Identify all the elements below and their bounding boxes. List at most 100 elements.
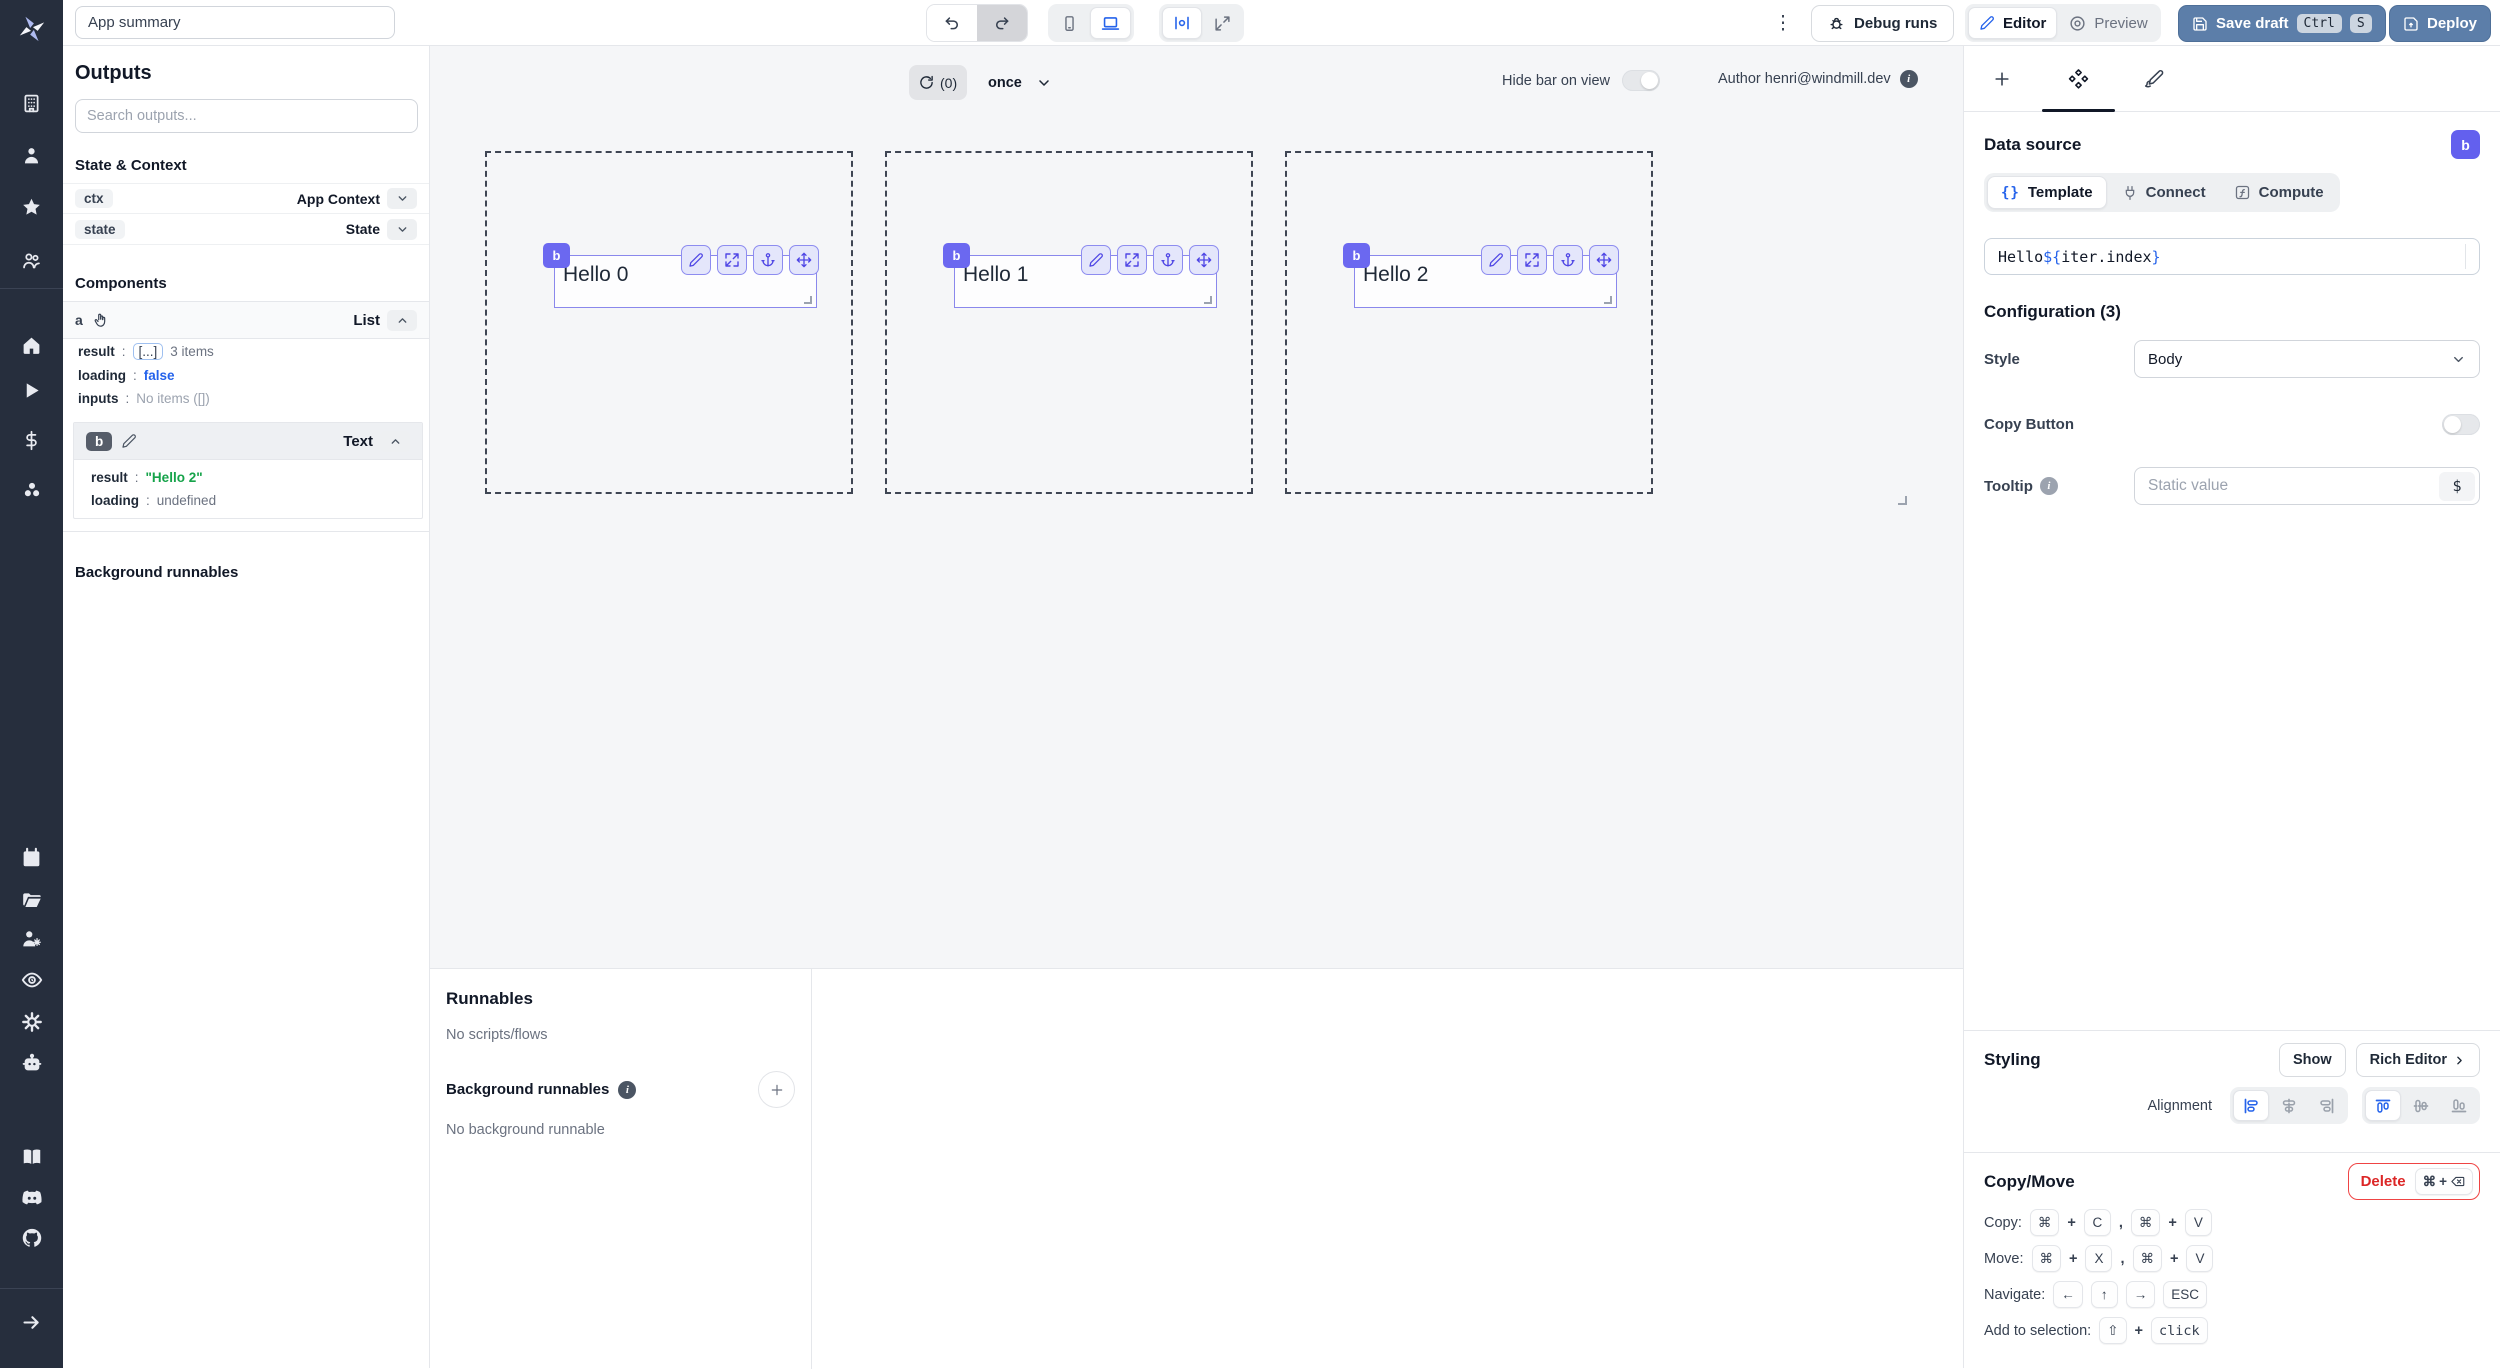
docs-book-icon[interactable] [0, 1140, 63, 1174]
align-center-vertical-button[interactable] [2403, 1090, 2439, 1121]
groups-user-cog-icon[interactable] [0, 922, 63, 956]
users-group-icon[interactable] [0, 243, 63, 277]
rich-editor-button[interactable]: Rich Editor [2355, 1043, 2480, 1077]
move-component-button[interactable] [789, 245, 819, 275]
navigate-label: Navigate: [1984, 1286, 2046, 1303]
connect-mode-button[interactable]: Connect [2109, 176, 2219, 209]
schedules-calendar-icon[interactable] [0, 840, 63, 874]
component-a-header[interactable]: a List [63, 301, 429, 339]
app-canvas[interactable]: (0) once Hide bar on view Author henri@w… [430, 46, 1963, 968]
state-type: State [345, 221, 380, 237]
insert-component-tab[interactable] [1964, 46, 2040, 111]
resize-handle[interactable] [1204, 296, 1212, 304]
resize-handle[interactable] [1604, 296, 1612, 304]
component-settings-tab[interactable] [2040, 46, 2116, 111]
align-top-button[interactable] [2365, 1090, 2401, 1121]
settings-gear-icon[interactable] [0, 1005, 63, 1039]
expand-array-button[interactable]: [...] [132, 343, 164, 360]
editor-tab[interactable]: Editor [1968, 7, 2058, 39]
connect-value-button[interactable]: $ [2439, 471, 2475, 501]
component-id-badge[interactable]: b [943, 243, 970, 268]
component-id-badge[interactable]: b [543, 243, 570, 268]
preview-tab[interactable]: Preview [2059, 7, 2157, 39]
info-icon[interactable]: i [2039, 477, 2058, 495]
state-row[interactable]: state State [63, 214, 429, 245]
template-expression-input[interactable]: Hello ${iter.index} [1984, 238, 2480, 275]
align-center-horizontal-button[interactable] [2271, 1090, 2307, 1121]
ai-bot-icon[interactable] [0, 1046, 63, 1080]
home-icon[interactable] [0, 328, 63, 362]
loading-value: false [143, 368, 175, 383]
anchor-component-button[interactable] [753, 245, 783, 275]
ctx-expand-button[interactable] [387, 188, 417, 209]
refresh-button[interactable]: (0) [909, 65, 968, 100]
resize-handle[interactable] [804, 296, 812, 304]
hide-bar-toggle[interactable] [1622, 70, 1660, 91]
editor-tab-label: Editor [2003, 14, 2047, 32]
star-icon[interactable] [0, 190, 63, 224]
search-outputs-input[interactable] [75, 99, 418, 133]
ctx-row[interactable]: ctx App Context [63, 183, 429, 214]
deploy-button[interactable]: Deploy [2389, 5, 2492, 42]
list-item-cell[interactable]: b Hello 2 [1285, 151, 1653, 494]
refresh-policy-dropdown[interactable]: once [988, 70, 1052, 96]
mobile-view-button[interactable] [1051, 7, 1088, 39]
kbd-cmd-backspace: ⌘ + [2414, 1168, 2473, 1195]
component-b-header[interactable]: b Text [74, 423, 422, 460]
audit-eye-icon[interactable] [0, 963, 63, 997]
style-select[interactable]: Body [2134, 340, 2480, 378]
connect-label: Connect [2145, 184, 2206, 201]
windmill-logo-icon[interactable] [0, 8, 63, 48]
component-id-badge[interactable]: b [1343, 243, 1370, 268]
github-icon[interactable] [0, 1221, 63, 1255]
anchor-component-button[interactable] [1553, 245, 1583, 275]
info-icon[interactable]: i [618, 1080, 637, 1099]
variables-dollar-icon[interactable] [0, 423, 63, 457]
move-component-button[interactable] [1189, 245, 1219, 275]
desktop-view-button[interactable] [1090, 7, 1131, 39]
workspace-building-icon[interactable] [0, 86, 63, 120]
delete-component-button[interactable]: Delete ⌘ + [2347, 1163, 2480, 1200]
list-item-cell[interactable]: b Hello 0 [485, 151, 853, 494]
component-b-collapse-button[interactable] [380, 430, 410, 452]
undo-button[interactable] [927, 5, 977, 41]
anchor-component-button[interactable] [1153, 245, 1183, 275]
runs-play-icon[interactable] [0, 373, 63, 407]
expand-component-button[interactable] [717, 245, 747, 275]
move-component-button[interactable] [1589, 245, 1619, 275]
show-styling-button[interactable]: Show [2278, 1043, 2346, 1077]
expand-sidebar-arrow-icon[interactable] [0, 1305, 63, 1339]
user-icon[interactable] [0, 138, 63, 172]
save-draft-button[interactable]: Save draft Ctrl S [2178, 5, 2386, 42]
copy-move-section: Copy/Move Delete ⌘+ Copy: ⌘ + C , ⌘ + V [1964, 1152, 2500, 1368]
centered-width-button[interactable] [1162, 7, 1202, 39]
redo-button[interactable] [977, 5, 1027, 41]
align-bottom-button[interactable] [2441, 1090, 2477, 1121]
debug-runs-button[interactable]: Debug runs [1811, 5, 1955, 42]
global-styling-tab[interactable] [2116, 46, 2192, 111]
expand-component-button[interactable] [1517, 245, 1547, 275]
edit-component-button[interactable] [1081, 245, 1111, 275]
full-width-button[interactable] [1204, 7, 1241, 39]
copy-button-toggle[interactable] [2442, 414, 2480, 435]
component-a-collapse-button[interactable] [387, 309, 417, 331]
edit-component-button[interactable] [681, 245, 711, 275]
add-background-runnable-button[interactable] [758, 1071, 795, 1108]
more-menu-button[interactable]: ⋮ [1768, 7, 1798, 39]
edit-component-button[interactable] [1481, 245, 1511, 275]
app-summary-input[interactable] [75, 6, 395, 39]
kbd-cmd: ⌘ [2031, 1245, 2061, 1272]
compute-mode-button[interactable]: Compute [2221, 176, 2337, 209]
state-expand-button[interactable] [387, 218, 417, 240]
expand-component-button[interactable] [1117, 245, 1147, 275]
resources-icon[interactable] [0, 473, 63, 507]
grid-resize-handle[interactable] [1898, 496, 1907, 505]
info-icon[interactable]: i [1899, 70, 1918, 88]
align-right-button[interactable] [2309, 1090, 2345, 1121]
align-left-button[interactable] [2233, 1090, 2269, 1121]
folders-icon[interactable] [0, 882, 63, 916]
tooltip-input[interactable]: Static value $ [2134, 467, 2480, 505]
list-item-cell[interactable]: b Hello 1 [885, 151, 1253, 494]
template-mode-button[interactable]: {} Template [1987, 176, 2107, 209]
discord-icon[interactable] [0, 1181, 63, 1215]
